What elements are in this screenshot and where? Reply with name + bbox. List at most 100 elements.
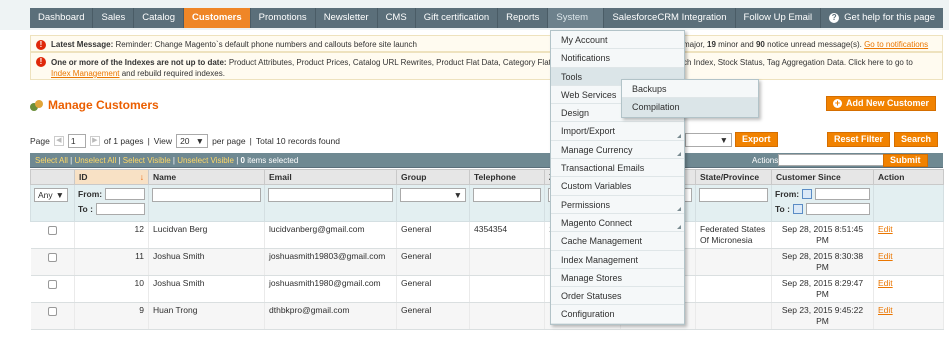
notice-count: 90 (755, 40, 765, 49)
add-new-customer-button[interactable]: + Add New Customer (826, 96, 937, 111)
nav-system[interactable]: System (548, 8, 605, 28)
calendar-icon[interactable] (792, 204, 803, 214)
to-label: To : (775, 204, 790, 214)
cell-email: joshuasmith1980@gmail.com (264, 275, 397, 303)
menu-item-configuration[interactable]: Configuration (551, 305, 684, 324)
nav-newsletter[interactable]: Newsletter (316, 8, 378, 28)
unselect-all-link[interactable]: Unselect All (74, 156, 116, 165)
add-new-customer-label: Add New Customer (846, 98, 930, 108)
menu-item-permissions[interactable]: Permissions (551, 196, 684, 214)
table-row[interactable]: 12 Lucidvan Berg lucidvanberg@gmail.com … (30, 221, 944, 249)
edit-link[interactable]: Edit (878, 224, 893, 234)
menu-item-index-management[interactable]: Index Management (551, 251, 684, 269)
page-label: Page (30, 136, 50, 146)
menu-item-manage-currency[interactable]: Manage Currency (551, 141, 684, 160)
nav-gift-certification[interactable]: Gift certification (416, 8, 499, 28)
help-link[interactable]: ? Get help for this page (821, 8, 943, 28)
menu-item-manage-stores[interactable]: Manage Stores (551, 269, 684, 288)
row-checkbox[interactable] (47, 307, 57, 316)
since-to-input[interactable] (805, 203, 870, 215)
go-to-notifications-link[interactable]: Go to notifications (864, 40, 928, 49)
name-filter-input[interactable] (152, 188, 261, 202)
id-to-input[interactable] (95, 203, 145, 215)
cell-customer-since: Sep 23, 2015 9:45:22 PM (771, 302, 874, 330)
row-checkbox[interactable] (47, 226, 57, 235)
nav-customers[interactable]: Customers (184, 8, 251, 28)
column-header-customer-since[interactable]: Customer Since (771, 169, 874, 185)
submenu-arrow-icon (677, 206, 681, 211)
massaction-filter-select[interactable]: Any ▼ (34, 188, 68, 202)
cell-id: 12 (74, 221, 149, 249)
menu-item-notifications[interactable]: Notifications (551, 49, 684, 68)
cell-telephone: 4354354 (469, 221, 545, 249)
search-button[interactable]: Search (894, 132, 939, 147)
table-row[interactable]: 9 Huan Trong dthbkpro@gmail.com General … (30, 302, 944, 330)
group-filter-select[interactable]: ▼ (400, 188, 466, 202)
edit-link[interactable]: Edit (878, 251, 893, 261)
previous-page-icon[interactable]: ◀ (53, 136, 64, 146)
select-all-link[interactable]: Select All (35, 156, 68, 165)
menu-item-magento-connect[interactable]: Magento Connect (551, 214, 684, 233)
nav-salesforcecrm-integration[interactable]: SalesforceCRM Integration (604, 8, 736, 28)
since-ampm: PM (816, 289, 829, 299)
menu-item-magento-connect-label: Magento Connect (561, 217, 633, 228)
menu-item-transactional-emails[interactable]: Transactional Emails (551, 159, 684, 178)
nav-promotions[interactable]: Promotions (251, 8, 316, 28)
since-date: Sep 28, 2015 8:30:38 (781, 251, 864, 261)
column-header-state[interactable]: State/Province (695, 169, 772, 185)
menu-item-my-account[interactable]: My Account (551, 31, 684, 50)
error-icon: ! (36, 57, 46, 67)
id-from-input[interactable] (105, 188, 145, 200)
nav-sales[interactable]: Sales (93, 8, 135, 28)
select-visible-link[interactable]: Select Visible (123, 156, 171, 165)
next-page-icon[interactable]: ▶ (89, 136, 100, 146)
table-row[interactable]: 10 Joshua Smith joshuasmith1980@gmail.co… (30, 275, 944, 303)
nav-dashboard[interactable]: Dashboard (30, 8, 94, 28)
cell-name: Joshua Smith (148, 275, 265, 303)
since-from-input[interactable] (815, 188, 870, 200)
column-header-telephone[interactable]: Telephone (469, 169, 545, 185)
index-management-link[interactable]: Index Management (51, 69, 120, 78)
column-header-name[interactable]: Name (148, 169, 265, 185)
id-to-filter: To : (78, 203, 145, 215)
row-checkbox[interactable] (47, 253, 57, 262)
export-button[interactable]: Export (735, 132, 778, 147)
submit-button[interactable]: Submit (883, 154, 928, 167)
since-ampm: PM (816, 262, 829, 272)
cell-email: dthbkpro@gmail.com (264, 302, 397, 330)
edit-link[interactable]: Edit (878, 278, 893, 288)
latest-message-text: Reminder: Change Magento`s default phone… (115, 40, 418, 49)
submenu-item-backups[interactable]: Backups (622, 80, 758, 99)
submenu-item-compilation[interactable]: Compilation (622, 98, 758, 117)
export-format-select[interactable]: ▼ (685, 133, 732, 147)
menu-item-cache-management[interactable]: Cache Management (551, 232, 684, 251)
menu-item-web-services-label: Web Services (561, 89, 617, 100)
notice-label: notice unread message(s). (767, 40, 862, 49)
nav-follow-up-email[interactable]: Follow Up Email (736, 8, 822, 28)
cell-customer-since: Sep 28, 2015 8:29:47 PM (771, 275, 874, 303)
column-header-id[interactable]: ID ↓ (74, 169, 149, 185)
cell-telephone (469, 302, 545, 330)
edit-link[interactable]: Edit (878, 305, 893, 315)
menu-item-order-statuses[interactable]: Order Statuses (551, 287, 684, 306)
column-header-email[interactable]: Email (264, 169, 397, 185)
nav-reports[interactable]: Reports (498, 8, 549, 28)
column-header-group[interactable]: Group (396, 169, 470, 185)
menu-item-tools-label: Tools (561, 71, 583, 82)
index-message: ! One or more of the Indexes are not up … (30, 52, 943, 80)
menu-item-custom-variables[interactable]: Custom Variables (551, 177, 684, 196)
row-checkbox[interactable] (47, 280, 57, 289)
calendar-icon[interactable] (802, 189, 813, 199)
per-page-select[interactable]: 20 ▼ (176, 134, 209, 148)
table-row[interactable]: 11 Joshua Smith joshuasmith19803@gmail.c… (30, 248, 944, 276)
page-number-input[interactable]: 1 (67, 134, 86, 148)
unselect-visible-link[interactable]: Unselect Visible (177, 156, 234, 165)
nav-catalog[interactable]: Catalog (134, 8, 184, 28)
telephone-filter-input[interactable] (473, 188, 541, 202)
nav-cms[interactable]: CMS (378, 8, 416, 28)
menu-item-import-export[interactable]: Import/Export (551, 122, 684, 141)
reset-filter-button[interactable]: Reset Filter (827, 132, 891, 147)
email-filter-input[interactable] (268, 188, 393, 202)
latest-message-label: Latest Message: (51, 40, 114, 49)
state-filter-input[interactable] (699, 188, 768, 202)
